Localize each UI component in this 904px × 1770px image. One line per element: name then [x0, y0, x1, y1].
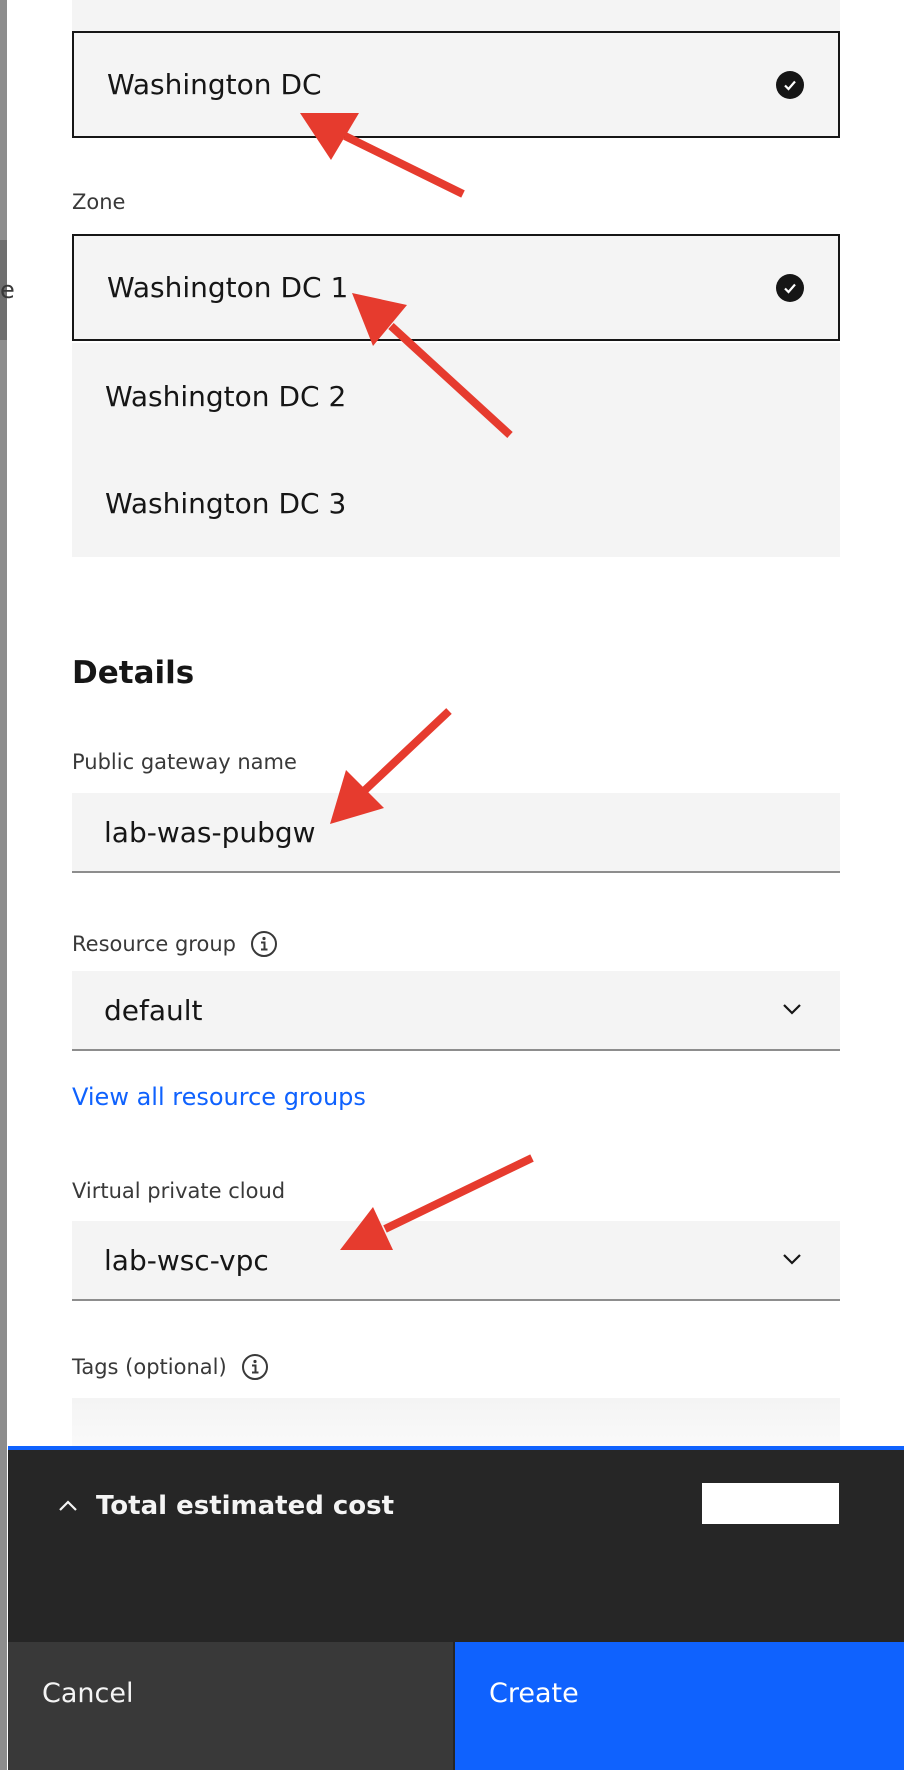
gateway-name-input[interactable]: lab-was-pubgw — [72, 793, 840, 873]
zone-label-text: Zone — [72, 190, 126, 214]
footer-accent-line — [8, 1446, 904, 1450]
resource-group-select[interactable]: default — [72, 971, 840, 1051]
resource-group-label-text: Resource group — [72, 932, 236, 956]
zone-label: Zone — [72, 190, 125, 214]
footer-panel: Total estimated cost Cancel Create — [8, 1446, 904, 1770]
create-button-label: Create — [489, 1678, 579, 1709]
view-all-resource-groups-link[interactable]: View all resource groups — [72, 1083, 366, 1111]
zone-option-2[interactable]: Washington DC 2 — [72, 343, 840, 450]
information-icon[interactable] — [250, 930, 278, 958]
information-icon[interactable] — [241, 1353, 269, 1381]
gateway-name-label-text: Public gateway name — [72, 750, 297, 774]
details-heading: Details — [72, 655, 195, 691]
cancel-button-label: Cancel — [42, 1678, 134, 1709]
resource-group-value: default — [104, 993, 203, 1027]
resource-group-label: Resource group — [72, 930, 278, 958]
region-option-label: Washington DC — [107, 68, 322, 101]
zone-option-1[interactable]: Washington DC 1 — [72, 234, 840, 341]
create-button[interactable]: Create — [455, 1642, 904, 1770]
zone-option-label: Washington DC 2 — [105, 380, 347, 413]
gateway-name-value: lab-was-pubgw — [104, 815, 316, 849]
region-option-above[interactable] — [72, 0, 840, 31]
zone-option-3[interactable]: Washington DC 3 — [72, 450, 840, 557]
cancel-button[interactable]: Cancel — [8, 1642, 453, 1770]
vpc-label-text: Virtual private cloud — [72, 1179, 286, 1203]
estimated-cost-value — [702, 1483, 839, 1524]
chevron-down-icon — [783, 1254, 801, 1265]
tags-label-text: Tags (optional) — [72, 1355, 227, 1379]
vpc-select[interactable]: lab-wsc-vpc — [72, 1221, 840, 1301]
checkmark-filled-icon — [776, 70, 804, 99]
background-edge: e — [0, 0, 15, 1770]
tags-input[interactable] — [72, 1398, 840, 1448]
chevron-down-icon — [783, 1004, 801, 1015]
total-estimated-cost-label: Total estimated cost — [96, 1491, 395, 1521]
chevron-up-icon — [59, 1500, 77, 1511]
background-text: e — [0, 276, 15, 304]
vpc-label: Virtual private cloud — [72, 1179, 285, 1203]
gateway-name-label: Public gateway name — [72, 750, 297, 774]
total-estimated-cost-toggle[interactable]: Total estimated cost — [58, 1491, 394, 1521]
vpc-value: lab-wsc-vpc — [104, 1243, 269, 1277]
zone-option-label: Washington DC 3 — [105, 487, 347, 520]
zone-option-label: Washington DC 1 — [107, 271, 349, 304]
region-option-washington-dc[interactable]: Washington DC — [72, 31, 840, 138]
checkmark-filled-icon — [776, 273, 804, 302]
tags-label: Tags (optional) — [72, 1353, 269, 1381]
